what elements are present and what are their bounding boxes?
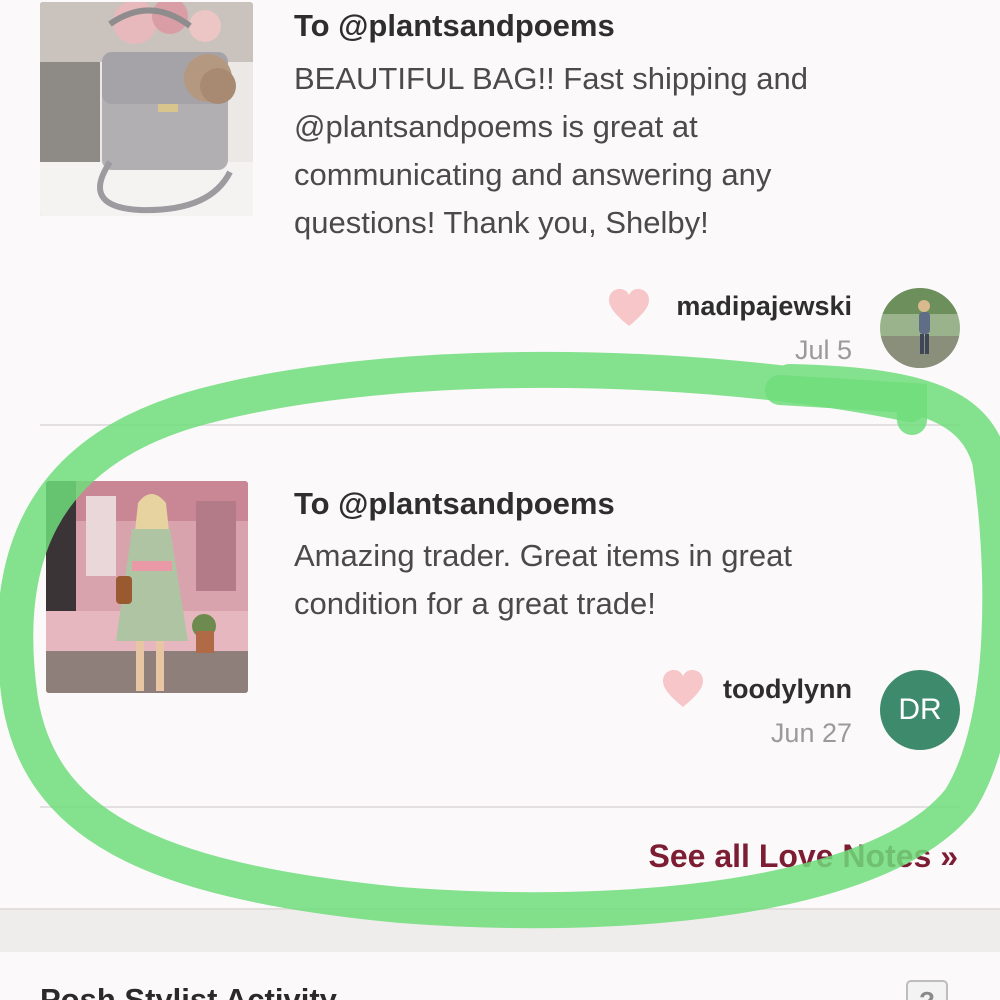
love-note-item: To @plantsandpoems Amazing trader. Great…: [0, 426, 1000, 806]
section-title: Posh Stylist Activity: [40, 982, 337, 1000]
note-recipient: To @plantsandpoems: [294, 486, 615, 521]
love-note-item: To @plantsandpoems BEAUTIFUL BAG!! Fast …: [0, 0, 1000, 425]
note-divider: [40, 806, 960, 808]
posh-stylist-section: Posh Stylist Activity ?: [0, 952, 1000, 1000]
note-message: Amazing trader. Great items in great con…: [294, 538, 792, 621]
note-author[interactable]: toodylynn: [632, 674, 852, 705]
note-date: Jun 27: [770, 718, 852, 748]
author-avatar[interactable]: [880, 288, 960, 368]
section-separator: [0, 908, 1000, 954]
listing-thumbnail-dress[interactable]: [46, 481, 248, 693]
note-recipient: To @plantsandpoems: [294, 8, 615, 43]
author-avatar[interactable]: DR: [880, 670, 960, 750]
note-message: BEAUTIFUL BAG!! Fast shipping and @plant…: [294, 61, 809, 240]
handbag-photo-icon: [40, 2, 253, 216]
help-button[interactable]: ?: [906, 980, 948, 1000]
note-date: Jul 5: [794, 335, 852, 365]
note-author[interactable]: madipajewski: [632, 291, 852, 322]
see-all-love-notes-link[interactable]: See all Love Notes »: [649, 838, 958, 875]
user-photo-avatar-icon: [880, 288, 960, 368]
dress-photo-icon: [46, 481, 248, 693]
listing-thumbnail-handbag[interactable]: [40, 2, 253, 216]
